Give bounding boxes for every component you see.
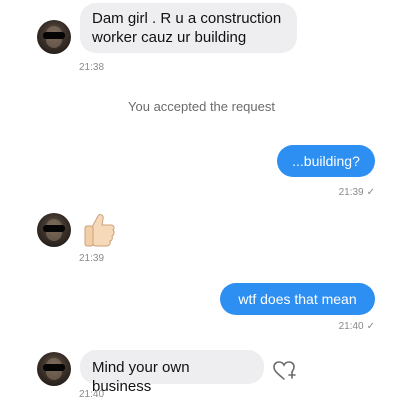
outgoing-message-bubble[interactable]: wtf does that mean xyxy=(220,283,375,315)
message-status: 21:40 ✓ xyxy=(300,321,375,332)
message-timestamp: 21:40 xyxy=(338,321,364,332)
message-text: ...building? xyxy=(292,153,360,169)
message-text: Dam girl . R u a construction worker cau… xyxy=(92,10,282,46)
message-timestamp: 21:40 xyxy=(79,389,105,400)
system-notice: You accepted the request xyxy=(128,99,275,114)
incoming-message-bubble[interactable]: Mind your own business xyxy=(80,350,264,395)
outgoing-message-bubble[interactable]: ...building? xyxy=(277,145,375,177)
avatar-sunglasses xyxy=(43,225,65,232)
message-timestamp: 21:39 xyxy=(338,187,364,198)
sent-check-icon: ✓ xyxy=(366,321,375,332)
avatar-sunglasses xyxy=(43,32,65,39)
message-text: Mind your own business xyxy=(92,359,190,395)
sender-avatar[interactable] xyxy=(37,352,71,386)
sent-check-icon: ✓ xyxy=(366,187,375,198)
message-status: 21:39 ✓ xyxy=(300,187,375,198)
message-timestamp: 21:38 xyxy=(79,62,105,73)
heart-react-icon[interactable] xyxy=(272,360,296,382)
message-text: wtf does that mean xyxy=(238,291,357,307)
thumbs-up-icon[interactable] xyxy=(82,212,116,248)
sender-avatar[interactable] xyxy=(37,213,71,247)
avatar-sunglasses xyxy=(43,364,65,371)
message-timestamp: 21:39 xyxy=(79,253,105,264)
incoming-message-bubble[interactable]: Dam girl . R u a construction worker cau… xyxy=(80,3,297,53)
sender-avatar[interactable] xyxy=(37,20,71,54)
